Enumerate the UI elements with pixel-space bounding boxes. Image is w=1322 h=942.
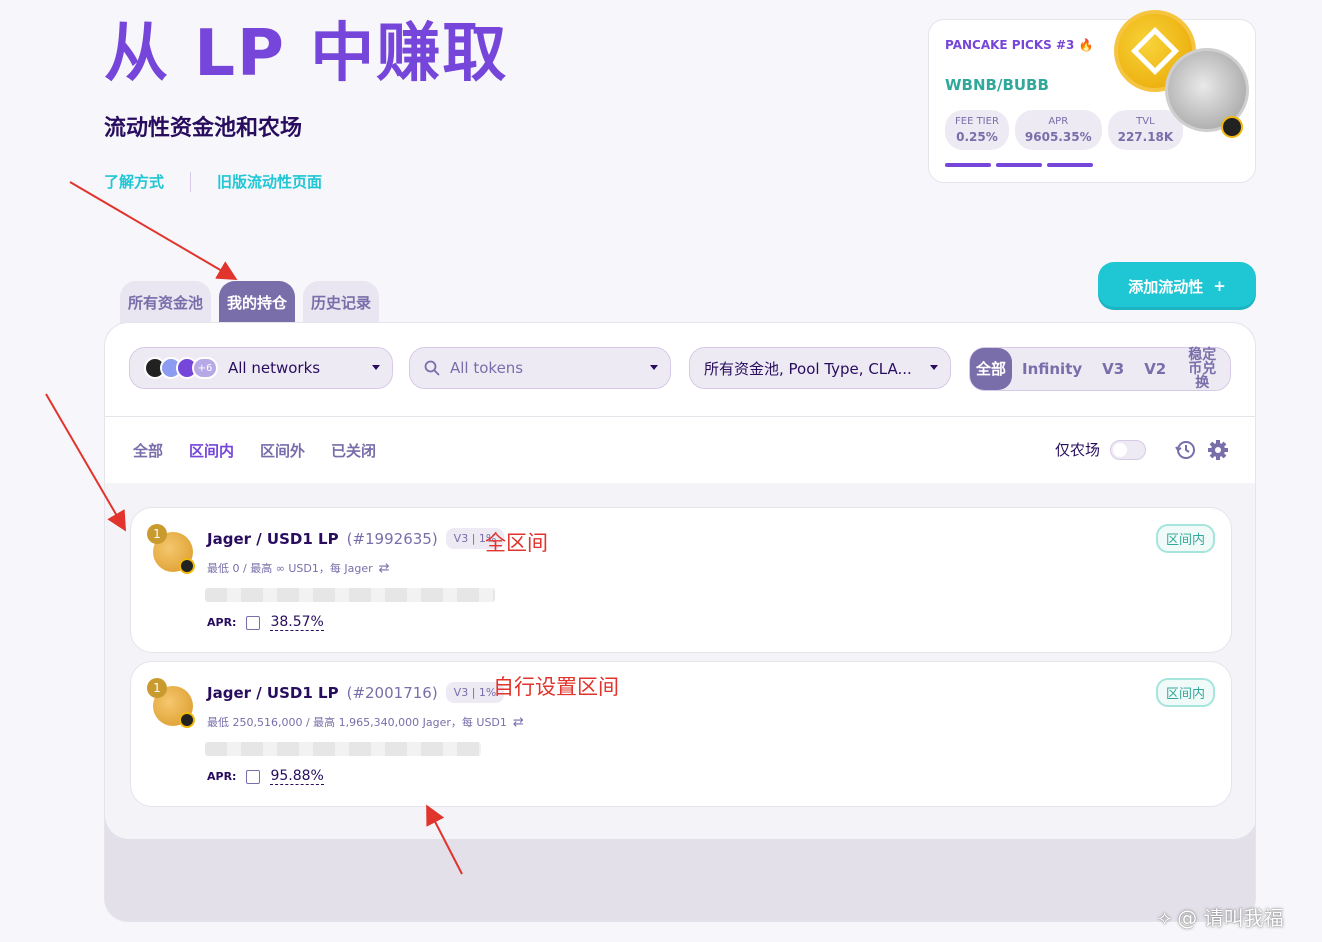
network-select[interactable]: +6 All networks (129, 347, 393, 389)
token-select[interactable]: All tokens (409, 347, 671, 389)
fee-tier-chip: FEE TIER 0.25% (945, 110, 1009, 150)
jager-token-icon: 1 (147, 678, 195, 728)
position-card[interactable]: 1 Jager / USD1 LP (#2001716) V3 | 1% 最低 … (130, 661, 1232, 807)
pancake-picks-card[interactable]: PANCAKE PICKS #3 🔥 WBNB/BUBB FEE TIER 0.… (928, 10, 1256, 183)
picks-stats: FEE TIER 0.25% APR 9605.35% TVL 227.18K (945, 110, 1184, 150)
apr-value[interactable]: 38.57% (270, 614, 324, 631)
filter-all[interactable]: 全部 (133, 440, 163, 461)
token-select-placeholder: All tokens (450, 359, 524, 377)
chevron-down-icon (650, 365, 658, 370)
plus-icon: + (1213, 277, 1226, 295)
version-stableswap[interactable]: 稳定币兑换 (1184, 348, 1220, 390)
add-liquidity-label: 添加流动性 (1128, 277, 1204, 296)
carousel-dot[interactable] (996, 163, 1042, 167)
version-v3[interactable]: V3 (1092, 360, 1134, 378)
fee-tier-label: FEE TIER (955, 116, 999, 127)
position-card[interactable]: 1 Jager / USD1 LP (#1992635) V3 | 1% 最低 … (130, 507, 1232, 653)
range-filters: 全部 区间内 区间外 已关闭 (133, 440, 376, 461)
blurred-value (205, 742, 481, 756)
gear-icon[interactable] (1207, 439, 1229, 461)
more-networks-icon: +6 (192, 357, 218, 379)
pool-type-label: 所有资金池, Pool Type, CLA... (704, 359, 912, 378)
status-badge: 区间内 (1155, 524, 1215, 553)
filter-in-range[interactable]: 区间内 (189, 440, 234, 461)
position-range-text: 最低 0 / 最高 ∞ USD1，每 Jager (207, 562, 373, 575)
hero-links: 了解方式 旧版流动性页面 (104, 171, 322, 192)
apr-label: APR: (207, 770, 237, 783)
picks-pair: WBNB/BUBB (945, 76, 1049, 94)
calculator-icon[interactable] (246, 769, 261, 784)
apr-chip: APR 9605.35% (1014, 110, 1102, 150)
search-icon (424, 360, 440, 376)
jager-token-icon: 1 (147, 524, 195, 574)
version-v2[interactable]: V2 (1134, 360, 1176, 378)
position-id: (#2001716) (346, 683, 438, 702)
add-liquidity-button[interactable]: 添加流动性 + (1098, 262, 1256, 310)
position-range-text: 最低 250,516,000 / 最高 1,965,340,000 Jager，… (207, 716, 507, 729)
positions-panel: +6 All networks All tokens 所有资金池, Pool T… (104, 322, 1256, 922)
swap-arrows-icon[interactable]: ⇄ (513, 715, 524, 730)
position-index: 1 (147, 524, 167, 544)
status-badge: 区间内 (1155, 678, 1215, 707)
position-pair: Jager / USD1 LP (207, 529, 339, 548)
carousel-dot[interactable] (945, 163, 991, 167)
tab-history[interactable]: 历史记录 (303, 281, 380, 323)
annotation-custom-range: 自行设置区间 (493, 675, 619, 699)
farm-only-control: 仅农场 (1055, 439, 1147, 460)
watermark: ⟡ @ 请叫我福 (1158, 902, 1284, 931)
network-select-label: All networks (228, 359, 321, 377)
version-toggle: 全部 Infinity V3 V2 稳定币兑换 (969, 347, 1231, 391)
fee-tier-value: 0.25% (956, 130, 998, 144)
filter-closed[interactable]: 已关闭 (331, 440, 376, 461)
history-icon[interactable] (1175, 439, 1197, 461)
bnb-chain-badge-icon (179, 558, 195, 574)
position-title: Jager / USD1 LP (#2001716) V3 | 1% (207, 682, 505, 703)
carousel-indicators[interactable] (945, 163, 1093, 167)
arrow-to-my-positions-tab (69, 181, 238, 281)
blurred-value (205, 588, 495, 602)
position-apr: APR: 95.88% (207, 768, 324, 785)
annotation-full-range: 全区间 (485, 531, 548, 555)
learn-how-link[interactable]: 了解方式 (104, 171, 164, 192)
tvl-label: TVL (1136, 116, 1155, 127)
position-range: 最低 0 / 最高 ∞ USD1，每 Jager ⇄ (207, 560, 390, 576)
legacy-liquidity-link[interactable]: 旧版流动性页面 (217, 171, 322, 192)
link-divider (190, 171, 192, 192)
version-all[interactable]: 全部 (970, 348, 1012, 390)
position-range: 最低 250,516,000 / 最高 1,965,340,000 Jager，… (207, 714, 524, 730)
picks-title: PANCAKE PICKS #3 🔥 (945, 38, 1094, 52)
farm-only-toggle[interactable] (1110, 439, 1147, 460)
tvl-value: 227.18K (1117, 130, 1174, 144)
apr-value: 9605.35% (1024, 130, 1092, 144)
farm-only-label: 仅农场 (1055, 441, 1101, 459)
swap-arrows-icon[interactable]: ⇄ (379, 561, 390, 576)
header-divider (105, 416, 1255, 417)
apr-label: APR: (207, 616, 237, 629)
weibo-logo-icon: ⟡ (1158, 904, 1172, 929)
network-icons: +6 (144, 357, 218, 379)
chevron-down-icon (930, 365, 938, 370)
page-title: 从 LP 中赚取 (104, 17, 509, 91)
bnb-chain-badge-icon (1221, 116, 1243, 138)
filter-out-of-range[interactable]: 区间外 (260, 440, 305, 461)
page-subtitle: 流动性资金池和农场 (104, 116, 303, 141)
carousel-dot[interactable] (1047, 163, 1093, 167)
position-pair: Jager / USD1 LP (207, 683, 339, 702)
watermark-text: @ 请叫我福 (1177, 906, 1284, 930)
position-apr: APR: 38.57% (207, 614, 324, 631)
apr-value[interactable]: 95.88% (270, 768, 324, 785)
bnb-chain-badge-icon (179, 712, 195, 728)
pool-tabs: 所有资金池 我的持仓 历史记录 (120, 281, 380, 323)
tvl-chip: TVL 227.18K (1107, 110, 1184, 150)
version-infinity[interactable]: Infinity (1012, 360, 1092, 378)
position-title: Jager / USD1 LP (#1992635) V3 | 1% (207, 528, 505, 549)
calculator-icon[interactable] (246, 615, 261, 630)
position-id: (#1992635) (346, 529, 438, 548)
position-index: 1 (147, 678, 167, 698)
tab-my-positions[interactable]: 我的持仓 (219, 281, 296, 323)
chevron-down-icon (372, 365, 380, 370)
tab-all-pools[interactable]: 所有资金池 (120, 281, 212, 323)
apr-label: APR (1048, 116, 1069, 127)
pool-type-select[interactable]: 所有资金池, Pool Type, CLA... (689, 347, 951, 389)
